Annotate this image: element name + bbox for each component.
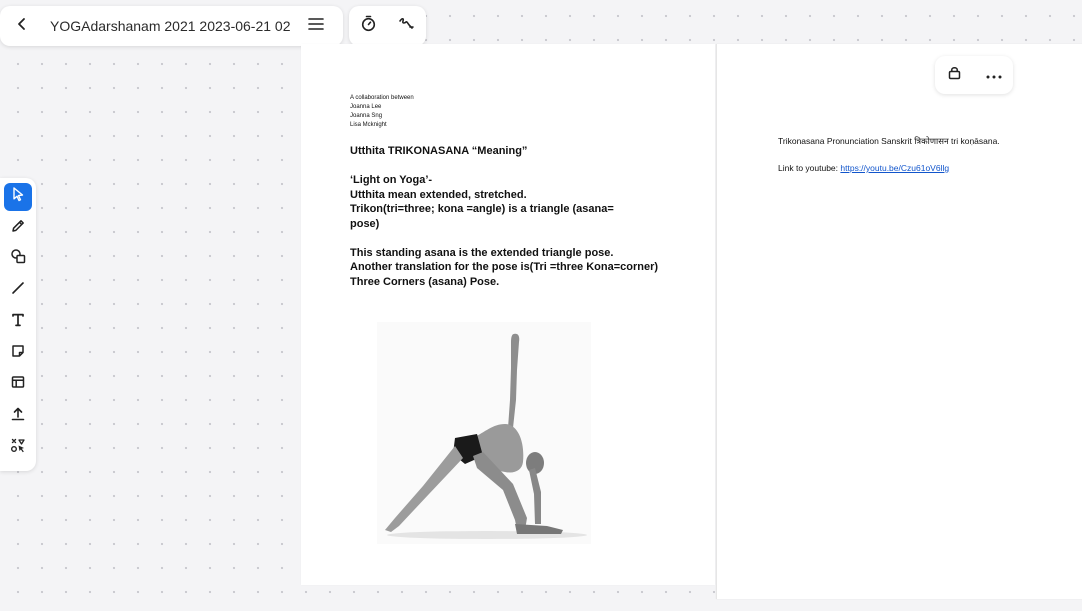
timer-icon [360, 15, 377, 37]
youtube-link-label: Link to youtube: [778, 163, 841, 173]
upload-icon [10, 406, 26, 427]
meaning-text: ‘Light on Yoga’- Utthita mean extended, … [350, 173, 690, 289]
more-button[interactable] [979, 60, 1009, 90]
timer-button[interactable] [352, 10, 384, 42]
left-toolbar [0, 178, 36, 471]
body-line: Three Corners (asana) Pose. [350, 275, 500, 288]
body-line: pose) [350, 217, 380, 230]
tool-template[interactable] [4, 371, 32, 399]
document-title[interactable]: YOGAdarshanam 2021 2023-06-21 02:... [50, 18, 290, 34]
tool-pen[interactable] [4, 214, 32, 242]
tool-sticky-note[interactable] [4, 340, 32, 368]
shapes-icon [10, 248, 27, 270]
body-line: Utthita mean extended, stretched. [350, 188, 527, 201]
lock-icon [947, 65, 962, 85]
collaboration-credits: A collaboration between Joanna Lee Joann… [350, 94, 414, 130]
header-tools [349, 6, 426, 46]
pen-icon [10, 218, 26, 239]
chevron-left-icon [14, 16, 30, 37]
document-header: YOGAdarshanam 2021 2023-06-21 02:... [0, 6, 343, 46]
body-line: Another translation for the pose is(Tri … [350, 261, 659, 273]
lock-button[interactable] [940, 60, 970, 90]
text-icon [10, 312, 26, 333]
tool-ai[interactable] [4, 434, 32, 462]
tool-shapes[interactable] [4, 245, 32, 273]
collaborator-name: Joanna Lee [350, 104, 382, 110]
collaboration-intro: A collaboration between [350, 95, 414, 101]
hamburger-menu-icon [308, 17, 324, 36]
document-page-2: Trikonasana Pronunciation Sanskrit त्रिक… [716, 44, 1082, 599]
youtube-link-line: Link to youtube: https://youtu.be/Czu61o… [778, 163, 949, 173]
collaborator-name: Joanna Sng [350, 113, 383, 119]
page-heading: Utthita TRIKONASANA “Meaning” [350, 145, 528, 157]
collaborator-name: Lisa Mcknight [350, 122, 387, 128]
sticky-note-icon [10, 343, 26, 364]
magic-shapes-icon [10, 437, 27, 459]
template-icon [10, 374, 26, 395]
tool-upload[interactable] [4, 402, 32, 430]
more-horizontal-icon [986, 66, 1002, 84]
youtube-link[interactable]: https://youtu.be/Czu61oV6llg [840, 163, 949, 173]
page-actions [935, 56, 1013, 94]
tool-line[interactable] [4, 277, 32, 305]
tool-select[interactable] [4, 182, 32, 211]
scribble-button[interactable] [391, 10, 423, 42]
cursor-icon [10, 186, 26, 207]
body-line: Trikon(tri=three; kona =angle) is a tria… [350, 203, 614, 215]
document-page-1: A collaboration between Joanna Lee Joann… [301, 44, 715, 585]
tool-text[interactable] [4, 308, 32, 336]
menu-button[interactable] [298, 8, 334, 44]
scribble-icon [398, 15, 415, 37]
yoga-pose-photo [377, 322, 591, 544]
pronunciation-text: Trikonasana Pronunciation Sanskrit त्रिक… [778, 136, 1000, 146]
body-line: ‘Light on Yoga’- [350, 174, 433, 186]
line-icon [10, 280, 26, 301]
back-button[interactable] [2, 6, 42, 46]
body-line: This standing asana is the extended tria… [350, 246, 614, 259]
